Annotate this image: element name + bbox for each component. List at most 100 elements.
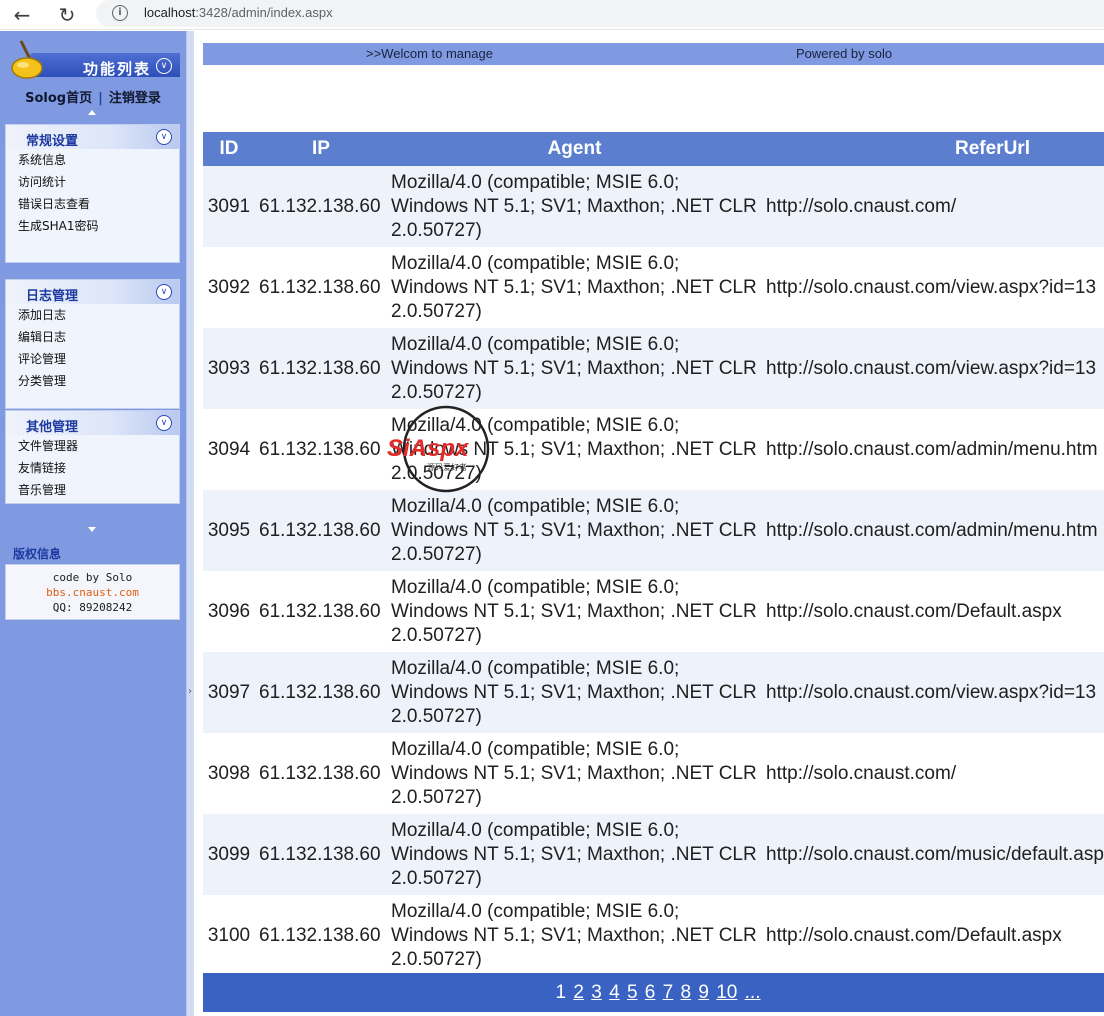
cell-id: 3096 bbox=[207, 600, 251, 622]
column-header-ip: IP bbox=[255, 132, 387, 166]
logout-link[interactable]: 注销登录 bbox=[109, 91, 161, 106]
table-header-row: ID IP Agent ReferUrl bbox=[203, 132, 1104, 166]
menu-title: 其他管理 bbox=[26, 420, 79, 435]
copyright-title: 版权信息 bbox=[13, 547, 62, 561]
page-link[interactable]: 2 bbox=[573, 973, 584, 1012]
menu-item-visit-stats[interactable]: 访问统计 bbox=[6, 171, 179, 193]
menu-header[interactable]: 其他管理 ∨ bbox=[6, 411, 179, 435]
chevron-down-icon[interactable]: ∨ bbox=[156, 284, 172, 300]
cell-agent: Mozilla/4.0 (compatible; MSIE 6.0; Windo… bbox=[391, 738, 757, 808]
page-link[interactable]: 5 bbox=[627, 973, 638, 1012]
menu-item-music[interactable]: 音乐管理 bbox=[6, 479, 179, 501]
address-bar[interactable]: i localhost:3428/admin/index.aspx bbox=[96, 0, 1104, 27]
sidebar-top-links: Solog首页 | 注销登录 bbox=[0, 87, 186, 106]
cell-referurl: http://solo.cnaust.com/ bbox=[762, 166, 1104, 247]
cell-agent: Mozilla/4.0 (compatible; MSIE 6.0; Windo… bbox=[387, 490, 762, 571]
powered-text: Powered by solo bbox=[796, 46, 893, 61]
table-row: 3094 61.132.138.60 Mozilla/4.0 (compatib… bbox=[203, 409, 1104, 490]
table-row: 3092 61.132.138.60 Mozilla/4.0 (compatib… bbox=[203, 247, 1104, 328]
menu-item-categories[interactable]: 分类管理 bbox=[6, 370, 179, 392]
table-row: 3093 61.132.138.60 Mozilla/4.0 (compatib… bbox=[203, 328, 1104, 409]
scroll-up-icon[interactable] bbox=[88, 110, 96, 115]
page-link[interactable]: 6 bbox=[645, 973, 656, 1012]
cell-id: 3094 bbox=[207, 438, 251, 460]
visit-log-table: ID IP Agent ReferUrl 3091 61.132.138.60 … bbox=[203, 132, 1104, 976]
cell-ip: 61.132.138.60 bbox=[259, 438, 381, 460]
cell-ip: 61.132.138.60 bbox=[259, 762, 381, 784]
cell-id: 3100 bbox=[207, 924, 251, 946]
cell-referurl: http://solo.cnaust.com/view.aspx?id=13 bbox=[762, 328, 1104, 409]
info-icon[interactable]: i bbox=[112, 5, 128, 21]
reload-icon[interactable]: ↻ bbox=[55, 3, 79, 27]
cell-agent: Mozilla/4.0 (compatible; MSIE 6.0; Windo… bbox=[391, 576, 757, 646]
copyright-qq: QQ: 89208242 bbox=[52, 601, 133, 614]
column-header-id: ID bbox=[203, 132, 255, 166]
table-row: 3098 61.132.138.60 Mozilla/4.0 (compatib… bbox=[203, 733, 1104, 814]
chevron-down-icon[interactable]: ∨ bbox=[156, 415, 172, 431]
cell-ip: 61.132.138.60 bbox=[255, 490, 387, 571]
cell-referurl: http://solo.cnaust.com/admin/menu.htm bbox=[762, 490, 1104, 571]
pagination: 1 2 3 4 5 6 7 8 9 10 ... bbox=[203, 973, 1104, 1012]
column-header-agent: Agent bbox=[387, 132, 762, 166]
welcome-text: >>Welcom to manage bbox=[366, 46, 493, 61]
menu-header[interactable]: 常规设置 ∨ bbox=[6, 125, 179, 149]
cell-id: 3093 bbox=[203, 328, 255, 409]
menu-item-comments[interactable]: 评论管理 bbox=[6, 348, 179, 370]
page-link[interactable]: 7 bbox=[663, 973, 674, 1012]
menu-item-file-manager[interactable]: 文件管理器 bbox=[6, 435, 179, 457]
cell-ip: 61.132.138.60 bbox=[259, 276, 381, 298]
cell-referurl: http://solo.cnaust.com/view.aspx?id=13 bbox=[766, 276, 1097, 298]
cell-agent: Mozilla/4.0 (compatible; MSIE 6.0; Windo… bbox=[387, 814, 762, 895]
sidebar-logo: 功能列表 ∨ bbox=[5, 39, 180, 79]
watermark-logo: SiAspx 源码爱好者 bbox=[387, 405, 490, 493]
home-link[interactable]: Solog首页 bbox=[25, 91, 92, 106]
cell-ip: 61.132.138.60 bbox=[255, 814, 387, 895]
cell-referurl: http://solo.cnaust.com/music/default.asp… bbox=[762, 814, 1104, 895]
cell-id: 3099 bbox=[203, 814, 255, 895]
cell-ip: 61.132.138.60 bbox=[255, 328, 387, 409]
cell-id: 3098 bbox=[207, 762, 251, 784]
menu-header[interactable]: 日志管理 ∨ bbox=[6, 280, 179, 304]
watermark-subtext: 源码爱好者 bbox=[427, 462, 467, 472]
cell-ip: 61.132.138.60 bbox=[259, 600, 381, 622]
cell-referurl: http://solo.cnaust.com/Default.aspx bbox=[766, 600, 1062, 622]
page-more-link[interactable]: ... bbox=[745, 973, 761, 1012]
table-row: 3097 61.132.138.60 Mozilla/4.0 (compatib… bbox=[203, 652, 1104, 733]
chevron-down-icon[interactable]: ∨ bbox=[156, 129, 172, 145]
menu-item-sha1[interactable]: 生成SHA1密码 bbox=[6, 215, 179, 237]
copyright-site-link[interactable]: bbs.cnaust.com bbox=[6, 585, 179, 600]
column-header-referurl: ReferUrl bbox=[762, 132, 1104, 166]
menu-title: 日志管理 bbox=[26, 289, 79, 304]
cell-agent: Mozilla/4.0 (compatible; MSIE 6.0; Windo… bbox=[387, 166, 762, 247]
welcome-bar: >>Welcom to manage Powered by solo bbox=[203, 43, 1104, 65]
menu-item-error-log[interactable]: 错误日志查看 bbox=[6, 193, 179, 215]
left-nav-frame: 功能列表 ∨ Solog首页 | 注销登录 常规设置 ∨ 系统信息 访问统计 错误日… bbox=[0, 31, 186, 1016]
menu-general: 常规设置 ∨ 系统信息 访问统计 错误日志查看 生成SHA1密码 bbox=[5, 124, 180, 263]
page-link[interactable]: 9 bbox=[698, 973, 709, 1012]
table-row: 3096 61.132.138.60 Mozilla/4.0 (compatib… bbox=[203, 571, 1104, 652]
cell-agent: Mozilla/4.0 (compatible; MSIE 6.0; Windo… bbox=[391, 252, 757, 322]
cell-referurl: http://solo.cnaust.com/view.aspx?id=13 bbox=[762, 652, 1104, 733]
page-link[interactable]: 10 bbox=[716, 973, 737, 1012]
copyright-author: code by Solo bbox=[52, 571, 133, 584]
cell-ip: 61.132.138.60 bbox=[259, 924, 381, 946]
frame-splitter[interactable]: › bbox=[186, 31, 194, 1016]
back-arrow-icon[interactable]: ← bbox=[10, 3, 34, 27]
menu-item-system-info[interactable]: 系统信息 bbox=[6, 149, 179, 171]
menu-item-edit-log[interactable]: 编辑日志 bbox=[6, 326, 179, 348]
table-row: 3095 61.132.138.60 Mozilla/4.0 (compatib… bbox=[203, 490, 1104, 571]
splitter-grip-icon[interactable]: › bbox=[188, 686, 192, 697]
menu-item-add-log[interactable]: 添加日志 bbox=[6, 304, 179, 326]
page-link[interactable]: 8 bbox=[681, 973, 692, 1012]
menu-item-friend-links[interactable]: 友情链接 bbox=[6, 457, 179, 479]
broom-icon bbox=[11, 40, 43, 79]
scroll-down-icon[interactable] bbox=[88, 527, 96, 532]
cell-agent: Mozilla/4.0 (compatible; MSIE 6.0; Windo… bbox=[387, 328, 762, 409]
cell-referurl: http://solo.cnaust.com/admin/menu.htm bbox=[766, 438, 1098, 460]
page-link[interactable]: 4 bbox=[609, 973, 620, 1012]
collapse-all-icon[interactable]: ∨ bbox=[156, 58, 172, 74]
url-text[interactable]: localhost:3428/admin/index.aspx bbox=[144, 5, 333, 20]
page-link[interactable]: 3 bbox=[591, 973, 602, 1012]
cell-id: 3092 bbox=[207, 276, 251, 298]
cell-agent: Mozilla/4.0 (compatible; MSIE 6.0; Windo… bbox=[387, 652, 762, 733]
